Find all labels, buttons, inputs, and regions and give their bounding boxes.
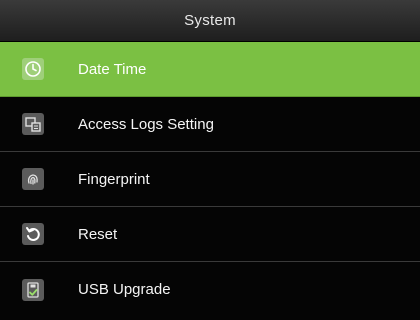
fingerprint-icon — [22, 168, 44, 190]
logs-icon — [22, 113, 44, 135]
menu-item-label: Reset — [78, 225, 118, 243]
menu-item-reset[interactable]: Reset — [0, 207, 420, 262]
menu-item-label: Access Logs Setting — [78, 115, 214, 133]
usb-upgrade-icon — [22, 278, 44, 301]
reset-icon — [22, 223, 44, 245]
menu-item-fingerprint[interactable]: Fingerprint — [0, 152, 420, 207]
clock-icon — [22, 58, 44, 80]
menu-item-label: USB Upgrade — [78, 281, 171, 298]
page-title: System — [184, 12, 236, 29]
device-screen: System Date Time Access Logs Setting Fin… — [0, 0, 420, 320]
menu-item-label: Date Time — [78, 60, 147, 78]
title-bar: System — [0, 0, 420, 42]
menu-item-usb-upgrade[interactable]: USB Upgrade — [0, 262, 420, 317]
menu-item-label: Fingerprint — [78, 170, 150, 188]
menu-item-date-time[interactable]: Date Time — [0, 42, 420, 97]
menu-item-access-logs-setting[interactable]: Access Logs Setting — [0, 97, 420, 152]
system-menu: Date Time Access Logs Setting Fingerprin… — [0, 42, 420, 320]
